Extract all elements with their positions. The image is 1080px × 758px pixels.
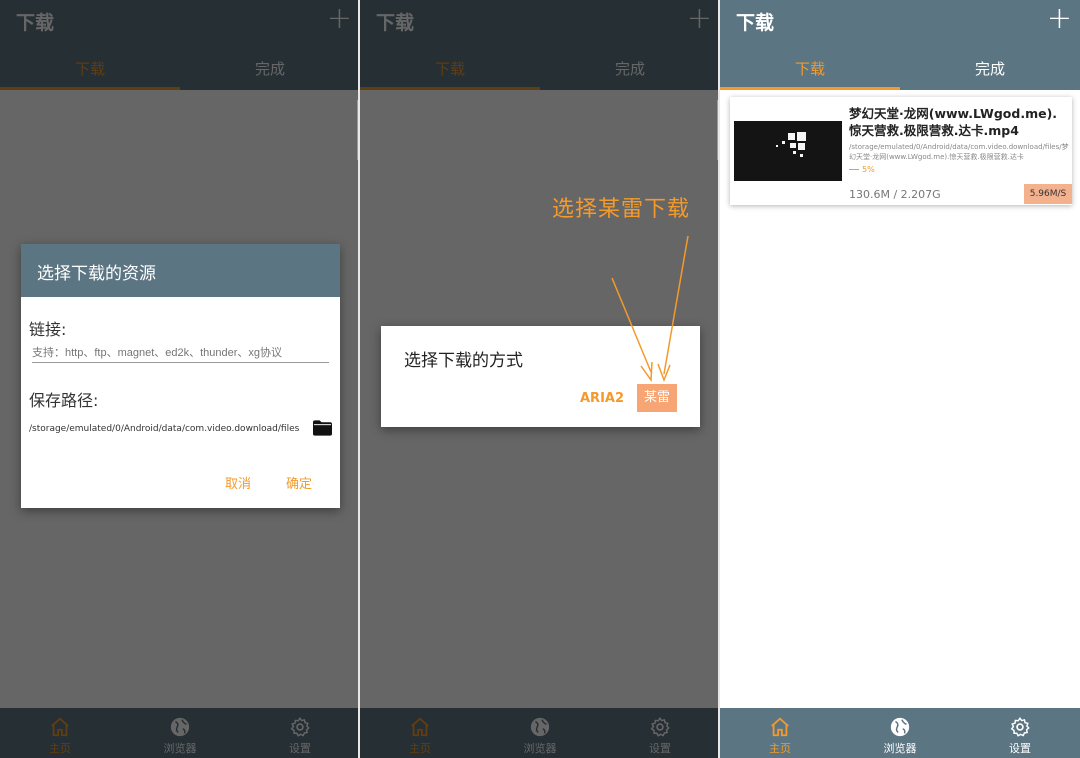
link-label: 链接: [29,320,67,339]
tab-indicator [720,87,900,90]
nav-settings[interactable]: 设置 [960,708,1080,758]
app-bar: 下载 + 下载 完成 [720,0,1080,90]
resource-dialog: 选择下载的资源 链接: 保存路径: /storage/emulated/0/An… [21,244,340,508]
stage: 下载 + 下载 完成 主页 浏览器 设置 [0,0,1080,758]
annotation-text: 选择某雷下载 [552,197,691,222]
progress-bar [849,169,859,170]
thunder-button[interactable]: 某雷 [637,384,677,412]
tab-bar: 下载 完成 [720,50,1080,90]
screen-choose-method: 下载 + 下载 完成 主页 浏览器 设置 选择某雷下载 [360,0,720,758]
folder-icon[interactable] [313,420,332,436]
app-title: 下载 [736,12,775,34]
file-path: /storage/emulated/0/Android/data/com.vid… [849,143,1069,161]
aria2-button[interactable]: ARIA2 [580,391,624,406]
file-name: 梦幻天堂·龙网(www.LWgod.me).惊天营救.极限营救.达卡.mp4 [849,106,1058,138]
video-thumbnail [734,121,842,181]
screen-downloading: 下载 + 下载 完成 梦幻天堂·龙网(www.LWgod.me).惊天营救.极限… [720,0,1080,758]
cancel-button[interactable]: 取消 [225,473,251,492]
resource-dialog-header: 选择下载的资源 [21,244,340,297]
link-input[interactable] [32,343,329,363]
confirm-button[interactable]: 确定 [286,473,312,492]
gear-icon [1010,717,1030,737]
plus-icon[interactable]: + [1047,2,1072,36]
resource-dialog-title: 选择下载的资源 [37,264,156,284]
tab-completed[interactable]: 完成 [900,50,1080,90]
download-size: 130.6M / 2.207G [849,188,941,201]
save-path-label: 保存路径: [29,391,99,410]
home-icon [771,717,789,737]
download-item[interactable]: 梦幻天堂·龙网(www.LWgod.me).惊天营救.极限营救.达卡.mp4 /… [730,97,1072,205]
save-path-value: /storage/emulated/0/Android/data/com.vid… [29,424,300,434]
progress-percent: 5% [862,165,875,174]
globe-icon [890,717,910,737]
bottom-nav: 主页 浏览器 设置 [720,708,1080,758]
screen-add-resource: 下载 + 下载 完成 主页 浏览器 设置 [0,0,360,758]
nav-browser[interactable]: 浏览器 [840,708,960,758]
nav-browser-label: 浏览器 [883,742,917,755]
download-speed: 5.96M/S [1024,184,1072,204]
nav-home[interactable]: 主页 [720,708,840,758]
method-dialog: 选择下载的方式 ARIA2 某雷 [381,326,700,427]
nav-settings-label: 设置 [1009,742,1031,755]
nav-home-label: 主页 [769,742,791,755]
method-dialog-title: 选择下载的方式 [404,351,523,371]
tab-downloading[interactable]: 下载 [720,50,900,90]
